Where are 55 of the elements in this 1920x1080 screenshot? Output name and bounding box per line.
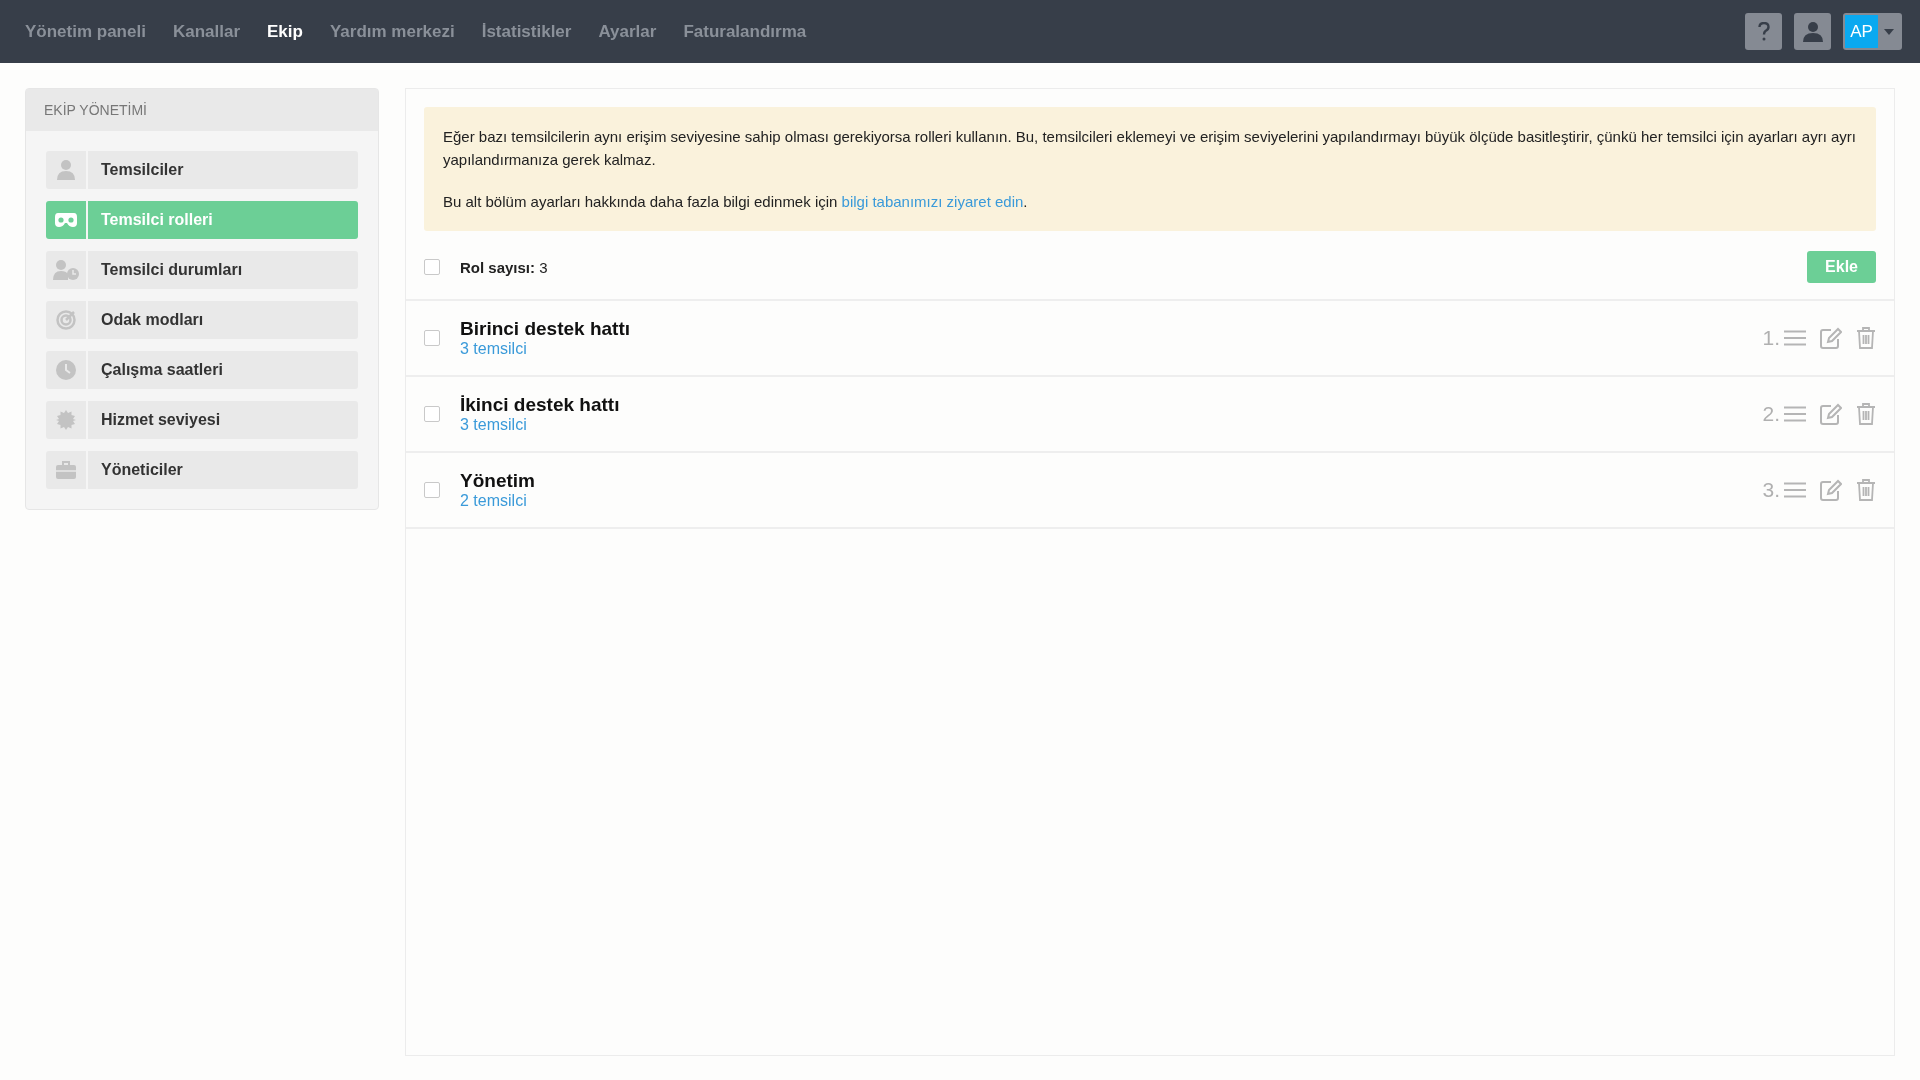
question-mark-icon: [1757, 22, 1770, 41]
nav-link[interactable]: Ayarlar: [598, 21, 657, 42]
profile-button[interactable]: [1794, 13, 1831, 50]
clock-icon: [56, 360, 76, 380]
sidebar-item[interactable]: Yöneticiler: [88, 451, 358, 489]
nav-link[interactable]: Kanallar: [172, 21, 240, 42]
sidebar-item[interactable]: Odak modları: [88, 301, 358, 339]
person-icon: [57, 160, 75, 180]
sidebar-item[interactable]: Hizmet seviyesi: [88, 401, 358, 439]
trash-icon[interactable]: [1856, 403, 1876, 425]
target-icon: [56, 310, 76, 330]
sidebar-item[interactable]: Temsilci durumları: [88, 251, 358, 289]
row-checkbox[interactable]: [424, 330, 440, 346]
agents-link[interactable]: 2 temsilci: [460, 492, 1763, 510]
role-position: 3.: [1762, 478, 1780, 502]
edit-icon[interactable]: [1820, 403, 1842, 425]
row-checkbox[interactable]: [424, 406, 440, 422]
role-position: 2.: [1762, 402, 1780, 426]
drag-handle-icon[interactable]: [1784, 482, 1806, 498]
gear-icon: [56, 410, 76, 430]
info-text: Bu alt bölüm ayarları hakkında daha fazla bilgi edinmek için bilgi tabanımızı ziyaret edin.: [443, 192, 1029, 212]
avatar-initials: AP: [1845, 15, 1878, 48]
drag-handle-icon[interactable]: [1784, 330, 1806, 346]
user-menu-button[interactable]: AP: [1843, 13, 1902, 50]
trash-icon[interactable]: [1856, 327, 1876, 349]
sidebar-item[interactable]: Temsilci rolleri: [88, 201, 358, 239]
sidebar-item[interactable]: Çalışma saatleri: [88, 351, 358, 389]
role-position: 1.: [1762, 326, 1780, 350]
mask-icon: [55, 213, 77, 227]
nav-link[interactable]: Ekip: [267, 21, 303, 42]
person-clock-icon: [53, 260, 79, 280]
caret-icon: [1884, 28, 1894, 35]
role-name: İkinci destek hattı: [460, 394, 621, 416]
trash-icon[interactable]: [1856, 479, 1876, 501]
row-checkbox[interactable]: [424, 482, 440, 498]
add-button[interactable]: Ekle: [1807, 251, 1876, 283]
nav-link[interactable]: İstatistikler: [481, 21, 572, 42]
role-name: Yönetim: [460, 470, 536, 492]
select-all-checkbox[interactable]: [424, 259, 440, 275]
agents-link[interactable]: 3 temsilci: [460, 340, 1763, 358]
role-name: Birinci destek hattı: [460, 318, 631, 340]
briefcase-icon: [56, 461, 76, 479]
role-count: Rol sayısı: 3: [460, 258, 549, 276]
info-text: Eğer bazı temsilcilerin aynı erişim seviyesine sahip olması gerekiyorsa rolleri kullanın. Bu, temsilcileri eklemeyi ve erişim seviyelerini yapılandırmayı büyük ölçüde basitleştirir, çünkü her temsilci için ayarları ayrı ayrı yapılandırmanıza gerek kalmaz.: [443, 127, 1857, 170]
help-button[interactable]: [1745, 13, 1782, 50]
sidebar-title: EKİP YÖNETİMİ: [26, 89, 378, 131]
sidebar-item[interactable]: Temsilciler: [88, 151, 358, 189]
edit-icon[interactable]: [1820, 327, 1842, 349]
nav-link[interactable]: Yönetim paneli: [25, 21, 146, 42]
edit-icon[interactable]: [1820, 479, 1842, 501]
agents-link[interactable]: 3 temsilci: [460, 416, 1763, 434]
drag-handle-icon[interactable]: [1784, 406, 1806, 422]
nav-link[interactable]: Faturalandırma: [683, 21, 807, 42]
nav-link[interactable]: Yardım merkezi: [329, 21, 455, 42]
person-icon: [1802, 21, 1823, 42]
